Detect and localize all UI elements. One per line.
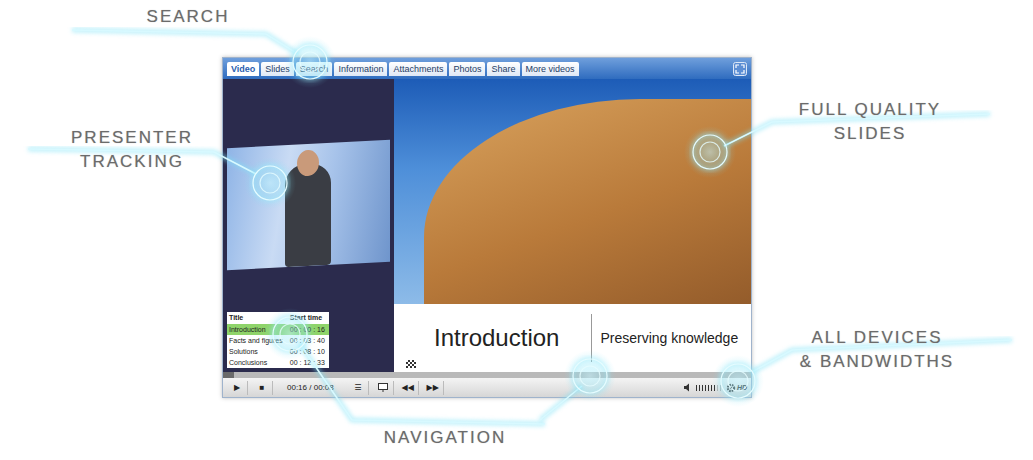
- tab-bar: VideoSlidesSearchInformationAttachmentsP…: [223, 58, 751, 79]
- chapter-title: Facts and figures: [227, 335, 288, 346]
- video-player: VideoSlidesSearchInformationAttachmentsP…: [222, 57, 752, 398]
- spacer: [227, 266, 390, 312]
- rewind-button[interactable]: ◀◀: [398, 381, 419, 395]
- callout-line: SEARCH: [118, 5, 258, 29]
- slide-panel: IntroductionPreserving knowledge: [394, 79, 751, 372]
- tab[interactable]: Search: [296, 62, 333, 76]
- slides-button[interactable]: [373, 381, 394, 395]
- checkered-icon: [406, 360, 416, 368]
- slide-title: Introduction: [434, 324, 591, 352]
- chapter-start: 00 : 00 : 16: [288, 324, 329, 335]
- presenter-video: [227, 140, 390, 271]
- stop-button[interactable]: ■: [252, 381, 273, 395]
- control-bar: ▶ ■ 00:16 / 00:08 ☰ ◀◀ ▶▶ HD: [223, 378, 751, 397]
- presenter-figure: [285, 163, 331, 267]
- slide-subtitle: Preserving knowledge: [592, 330, 738, 346]
- quality-button[interactable]: HD: [726, 383, 747, 393]
- callout-line: PRESENTER: [50, 126, 214, 150]
- quality-label: HD: [737, 384, 747, 391]
- tab[interactable]: Share: [487, 62, 519, 76]
- chapter-row[interactable]: Conclusions00 : 12 : 33: [227, 357, 329, 368]
- caption-divider: [591, 314, 592, 362]
- chapter-start: 00 : 08 : 10: [288, 346, 329, 357]
- speaker-icon: [683, 383, 692, 392]
- player-content: TitleStart timeIntroduction00 : 00 : 16F…: [223, 79, 751, 372]
- chapter-title: Solutions: [227, 346, 288, 357]
- chapters-button[interactable]: ☰: [348, 381, 369, 395]
- callout-lines: [0, 0, 1033, 460]
- chapter-row[interactable]: Introduction00 : 00 : 16: [227, 324, 329, 335]
- colosseum-shape: [424, 99, 751, 304]
- tab[interactable]: Attachments: [389, 62, 447, 76]
- tab[interactable]: Slides: [261, 62, 294, 76]
- progress-track[interactable]: [223, 372, 751, 378]
- callout-label: FULL QUALITYSLIDES: [770, 98, 970, 146]
- callout-line: & BANDWIDTHS: [770, 350, 984, 374]
- chapter-start: 00 : 03 : 40: [288, 335, 329, 346]
- callout-line: ALL DEVICES: [770, 326, 984, 350]
- callout-line: TRACKING: [50, 150, 214, 174]
- tab[interactable]: Information: [334, 62, 387, 76]
- chapter-start: 00 : 12 : 33: [288, 357, 329, 368]
- callout-line: FULL QUALITY: [770, 98, 970, 122]
- progress-fill: [223, 372, 234, 378]
- presenter-panel: TitleStart timeIntroduction00 : 00 : 16F…: [223, 79, 394, 372]
- chapter-row[interactable]: Solutions00 : 08 : 10: [227, 346, 329, 357]
- slide-photo: [394, 79, 751, 304]
- slide-caption: IntroductionPreserving knowledge: [394, 304, 751, 372]
- chapter-table: TitleStart timeIntroduction00 : 00 : 16F…: [227, 312, 329, 368]
- tab[interactable]: Photos: [449, 62, 485, 76]
- callout-line: NAVIGATION: [360, 426, 530, 450]
- callout-line: SLIDES: [770, 122, 970, 146]
- callout-label: PRESENTERTRACKING: [50, 126, 214, 174]
- volume-track[interactable]: [696, 385, 722, 391]
- column-header: Title: [227, 312, 288, 324]
- callout-label: ALL DEVICES& BANDWIDTHS: [770, 326, 984, 374]
- spacer: [227, 83, 390, 144]
- chapter-title: Introduction: [227, 324, 288, 335]
- tab[interactable]: More videos: [522, 62, 579, 76]
- fullscreen-icon[interactable]: [733, 62, 747, 76]
- gear-icon: [726, 383, 736, 393]
- forward-button[interactable]: ▶▶: [423, 381, 444, 395]
- time-display: 00:16 / 00:08: [277, 383, 344, 392]
- callout-label: SEARCH: [118, 5, 258, 29]
- chapter-title: Conclusions: [227, 357, 288, 368]
- chapter-header: TitleStart time: [227, 312, 329, 324]
- column-header: Start time: [288, 312, 329, 324]
- tab[interactable]: Video: [227, 62, 259, 76]
- play-button[interactable]: ▶: [227, 381, 248, 395]
- chapter-row[interactable]: Facts and figures00 : 03 : 40: [227, 335, 329, 346]
- slide-icon: [378, 383, 388, 392]
- callout-label: NAVIGATION: [360, 426, 530, 450]
- volume-fill: [696, 385, 717, 391]
